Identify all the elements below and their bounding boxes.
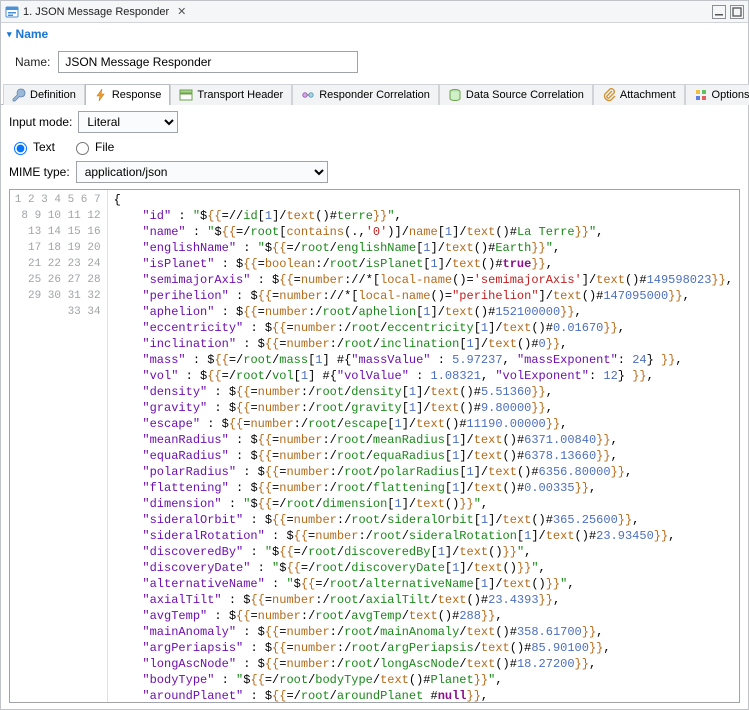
header-icon bbox=[179, 88, 193, 102]
section-title: Name bbox=[16, 27, 49, 41]
responder-icon bbox=[5, 5, 19, 19]
options-icon bbox=[694, 88, 708, 102]
input-mode-select[interactable]: Literal bbox=[78, 111, 178, 133]
input-mode-label: Input mode: bbox=[9, 115, 72, 129]
tab-attachment[interactable]: Attachment bbox=[593, 84, 685, 105]
code-content[interactable]: { "id" : "${{=//id[1]/text()#terre}}", "… bbox=[108, 190, 739, 702]
window-title: 1. JSON Message Responder bbox=[23, 6, 169, 18]
lightning-icon bbox=[94, 88, 108, 102]
radio-file[interactable]: File bbox=[71, 139, 114, 155]
tab-close-button[interactable]: ✕ bbox=[173, 5, 190, 18]
radio-text-input[interactable] bbox=[14, 142, 27, 155]
tab-data-source-correlation[interactable]: Data Source Correlation bbox=[439, 84, 593, 105]
mime-type-label: MIME type: bbox=[9, 165, 70, 179]
tab-definition[interactable]: Definition bbox=[3, 84, 85, 105]
code-editor[interactable]: 1 2 3 4 5 6 7 8 9 10 11 12 13 14 15 16 1… bbox=[9, 189, 740, 703]
minimize-button[interactable] bbox=[712, 5, 726, 19]
tab-response[interactable]: Response bbox=[85, 84, 171, 105]
correlation-icon bbox=[301, 88, 315, 102]
tab-responder-correlation[interactable]: Responder Correlation bbox=[292, 84, 439, 105]
paperclip-icon bbox=[602, 88, 616, 102]
tab-transport-header[interactable]: Transport Header bbox=[170, 84, 292, 105]
collapse-triangle-icon[interactable]: ▾ bbox=[7, 29, 12, 40]
tab-options[interactable]: Options bbox=[685, 84, 749, 105]
radio-text[interactable]: Text bbox=[9, 139, 55, 155]
maximize-button[interactable] bbox=[730, 5, 744, 19]
mime-type-select[interactable]: application/json bbox=[76, 161, 328, 183]
tab-bar: Definition Response Transport Header Res… bbox=[1, 83, 748, 105]
response-panel: Input mode: Literal Text File MIME type:… bbox=[1, 105, 748, 709]
wrench-icon bbox=[12, 88, 26, 102]
name-label: Name: bbox=[15, 55, 50, 69]
name-input[interactable] bbox=[58, 51, 358, 73]
datasource-icon bbox=[448, 88, 462, 102]
line-number-gutter: 1 2 3 4 5 6 7 8 9 10 11 12 13 14 15 16 1… bbox=[10, 190, 108, 702]
section-header-name[interactable]: ▾ Name bbox=[1, 23, 748, 45]
window-titlebar: 1. JSON Message Responder ✕ bbox=[1, 1, 748, 23]
radio-file-input[interactable] bbox=[76, 142, 89, 155]
